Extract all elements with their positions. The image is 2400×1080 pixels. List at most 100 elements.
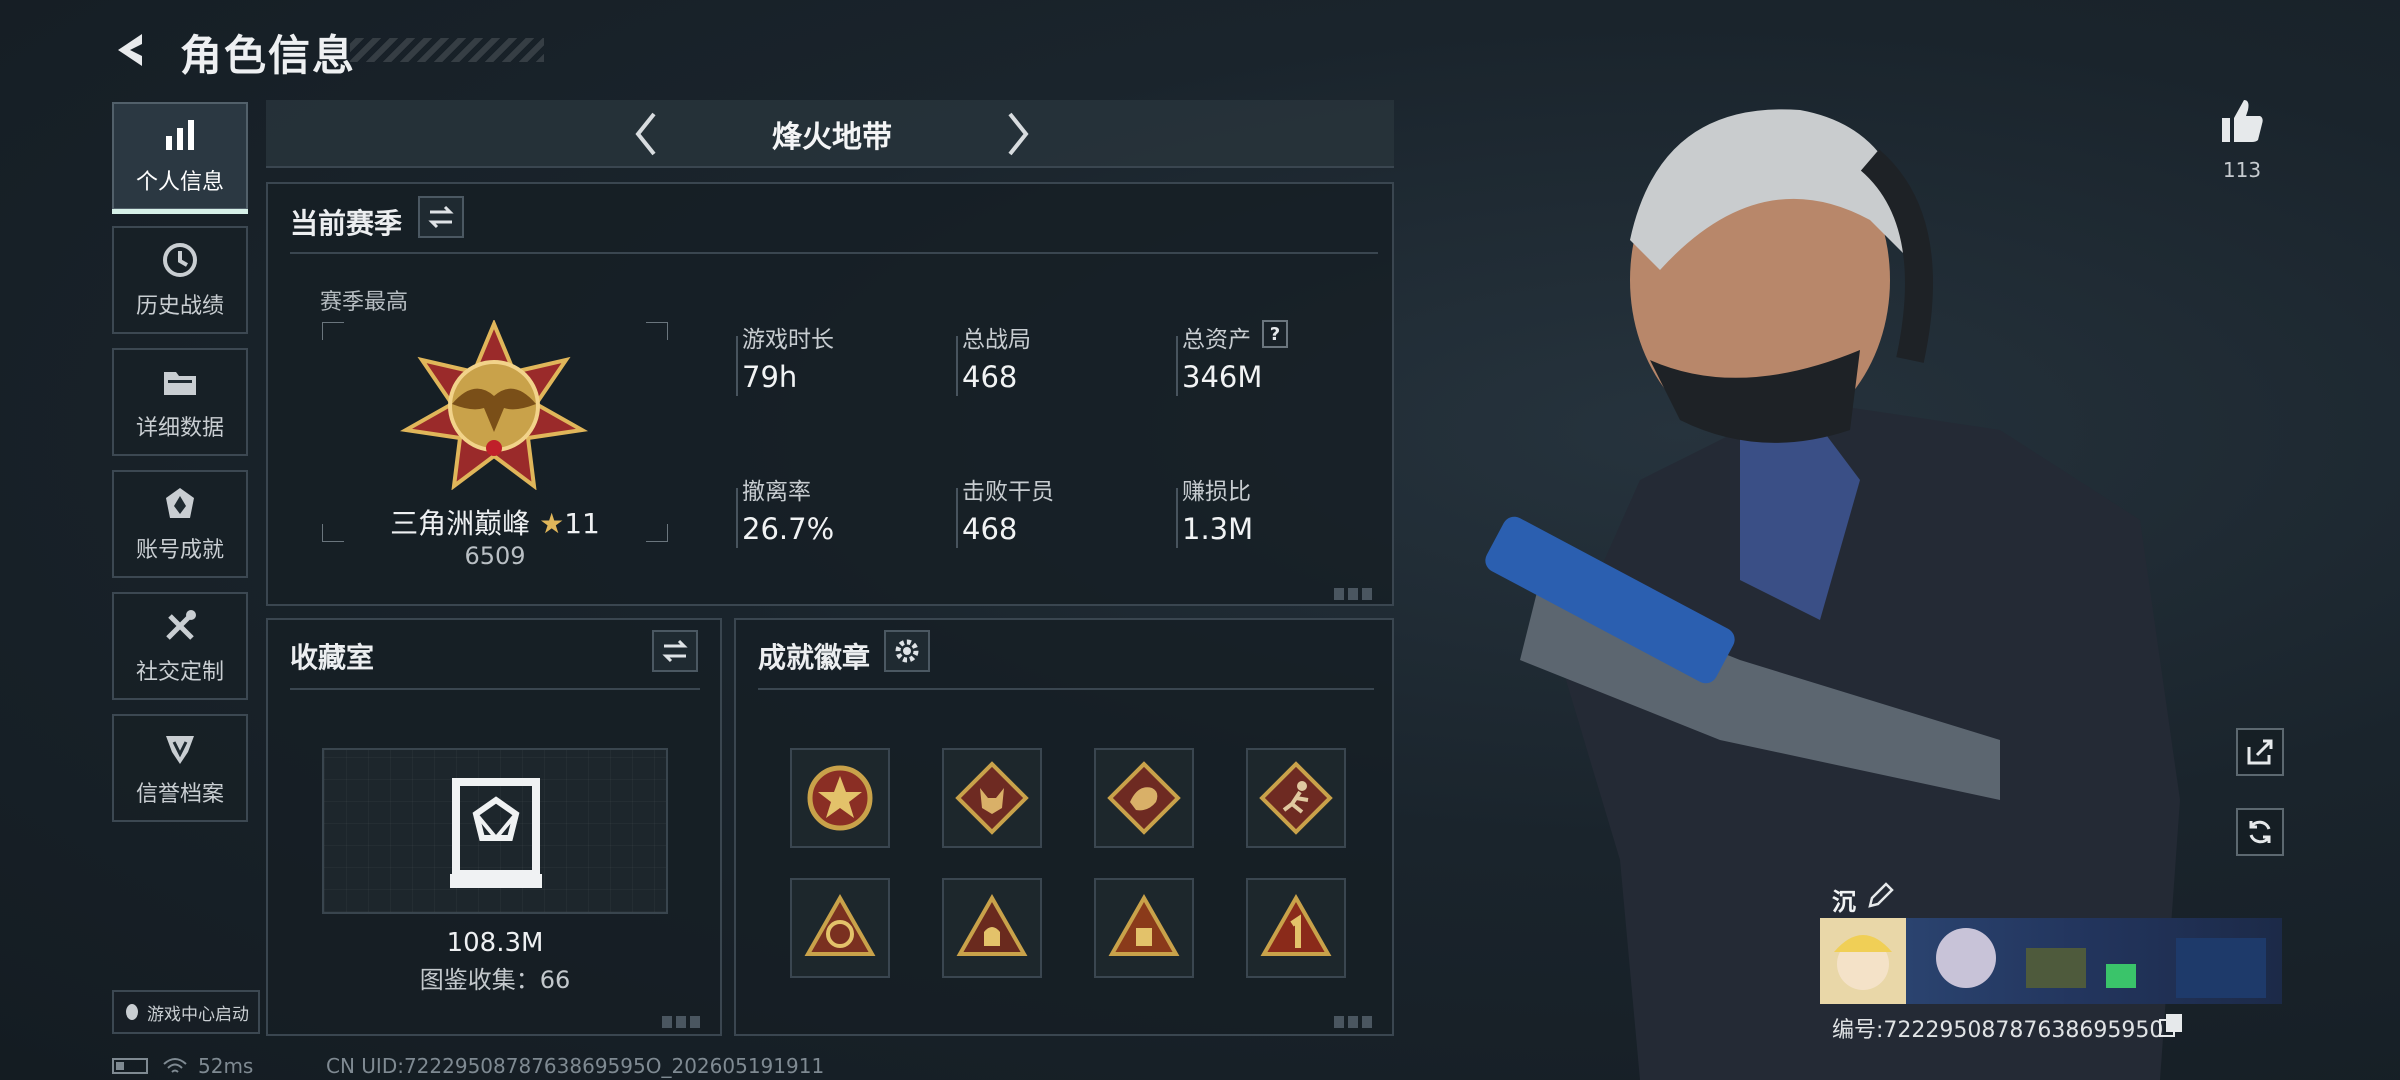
history-clock-icon (163, 243, 197, 277)
stat-divider (1176, 336, 1178, 396)
star-icon: ★ (539, 507, 565, 540)
stat-label: 撤离率 (742, 479, 811, 505)
sidebar-item-history[interactable]: 历史战绩 (112, 226, 248, 334)
folder-icon (164, 372, 196, 395)
stat-divider (736, 336, 738, 396)
page-title: 角色信息 (180, 31, 357, 80)
bar-chart-icon (166, 120, 194, 150)
sidebar-item-label: 个人信息 (135, 170, 224, 195)
stat-value: 79h (742, 360, 798, 394)
season-switch-button[interactable] (418, 196, 464, 238)
medal-slot[interactable] (1094, 748, 1194, 848)
divider (290, 688, 700, 690)
ping-value: 52ms (198, 1054, 254, 1078)
star-medal-icon (807, 765, 873, 831)
edit-pencil-icon[interactable] (1866, 882, 1894, 910)
rank-stars: 11 (564, 507, 600, 540)
thumbs-up-icon[interactable] (2216, 96, 2268, 148)
stat-divider (1176, 488, 1178, 548)
display-case-icon (450, 778, 542, 888)
collection-title: 收藏室 (290, 641, 375, 674)
season-best-label: 赛季最高 (320, 290, 409, 315)
collection-switch-button[interactable] (652, 630, 698, 672)
rank-score: 6509 (464, 542, 526, 570)
wolf-medal-icon (955, 761, 1029, 835)
medal-slot[interactable] (1094, 878, 1194, 978)
shield-rank-icon (166, 736, 194, 764)
stat-value: 468 (962, 512, 1018, 546)
collection-count: 图鉴收集：66 (419, 966, 571, 994)
uid-text: CN UID:7222950878763869595O_202605191911 (326, 1054, 825, 1078)
bag-triangle-medal-icon (956, 893, 1028, 956)
sidebar-item-label: 社交定制 (135, 660, 224, 685)
status-bar: 52ms (112, 1054, 253, 1078)
sidebar-item-personal-info[interactable]: 个人信息 (112, 102, 248, 214)
stat-divider (956, 488, 958, 548)
ring-triangle-medal-icon (804, 893, 876, 956)
stat-label: 总资产 (1182, 327, 1251, 353)
chevron-right-icon[interactable] (992, 106, 1044, 162)
medal-slot[interactable] (790, 878, 890, 978)
medal-title: 成就徽章 (758, 641, 871, 674)
share-icon (2247, 739, 2273, 765)
chevron-left-icon[interactable] (620, 106, 672, 162)
player-name: 沉 (1832, 888, 1856, 916)
rank-name: 三角洲巅峰 (390, 507, 531, 540)
copy-icon[interactable] (2158, 1012, 2184, 1038)
stat-value: 26.7% (742, 512, 835, 546)
rank-badge-eagle-icon (399, 320, 589, 490)
stat-divider (956, 336, 958, 396)
sidebar-item-label: 详细数据 (135, 416, 224, 441)
game-center-launch-button[interactable]: 游戏中心启动 (112, 990, 260, 1034)
refresh-icon (2249, 820, 2271, 844)
stat-label: 赚损比 (1182, 479, 1251, 505)
corner-decoration (1334, 1016, 1374, 1028)
sidebar-item-achievements[interactable]: 账号成就 (112, 470, 248, 578)
divider (290, 252, 1378, 254)
season-title: 当前赛季 (290, 207, 403, 240)
sidebar-item-label: 信誉档案 (135, 782, 224, 807)
sidebar-item-detail-data[interactable]: 详细数据 (112, 348, 248, 456)
medal-slot[interactable] (942, 878, 1042, 978)
medal-slot[interactable] (942, 748, 1042, 848)
wifi-icon (163, 1058, 187, 1073)
gear-icon (895, 639, 919, 663)
dragon-medal-icon (1107, 761, 1181, 835)
stat-value: 346M (1182, 360, 1263, 394)
crate-triangle-medal-icon (1108, 893, 1180, 956)
corner-decoration (1334, 588, 1374, 600)
sidebar-item-credit-record[interactable]: 信誉档案 (112, 714, 248, 822)
number-one-medal-icon (1260, 893, 1332, 956)
stat-divider (736, 488, 738, 548)
avatar (1820, 918, 1906, 1004)
swap-arrows-icon (662, 639, 688, 663)
stat-value: 1.3M (1182, 512, 1254, 546)
medal-slot[interactable] (1246, 878, 1346, 978)
stat-label: 游戏时长 (742, 327, 834, 353)
refresh-button[interactable] (2236, 808, 2284, 856)
medal-slot[interactable] (1246, 748, 1346, 848)
swap-arrows-icon (428, 205, 454, 229)
sidebar-item-social-custom[interactable]: 社交定制 (112, 592, 248, 700)
corner-decoration (662, 1016, 702, 1028)
stat-value: 468 (962, 360, 1018, 394)
medal-slot[interactable] (790, 748, 890, 848)
penguin-icon (126, 1004, 138, 1020)
back-arrow-icon[interactable] (108, 26, 156, 74)
help-icon[interactable]: ? (1262, 320, 1288, 348)
share-button[interactable] (2236, 728, 2284, 776)
player-card-banner[interactable] (1820, 918, 2282, 1004)
player-id: 编号:72229508787638695950 (1832, 1018, 2164, 1043)
sidebar-item-label: 历史战绩 (135, 294, 224, 319)
medal-settings-button[interactable] (884, 630, 930, 672)
rank-title: 三角洲巅峰 ★11 (330, 502, 660, 542)
tools-icon (166, 610, 196, 640)
divider (758, 688, 1374, 690)
battery-icon (112, 1058, 148, 1074)
sidebar-item-label: 账号成就 (135, 538, 224, 563)
stat-label: 总战局 (962, 327, 1031, 353)
achievement-icon (166, 488, 194, 518)
collection-value: 108.3M (446, 928, 544, 958)
title-decoration (350, 38, 544, 62)
runner-medal-icon (1259, 761, 1333, 835)
